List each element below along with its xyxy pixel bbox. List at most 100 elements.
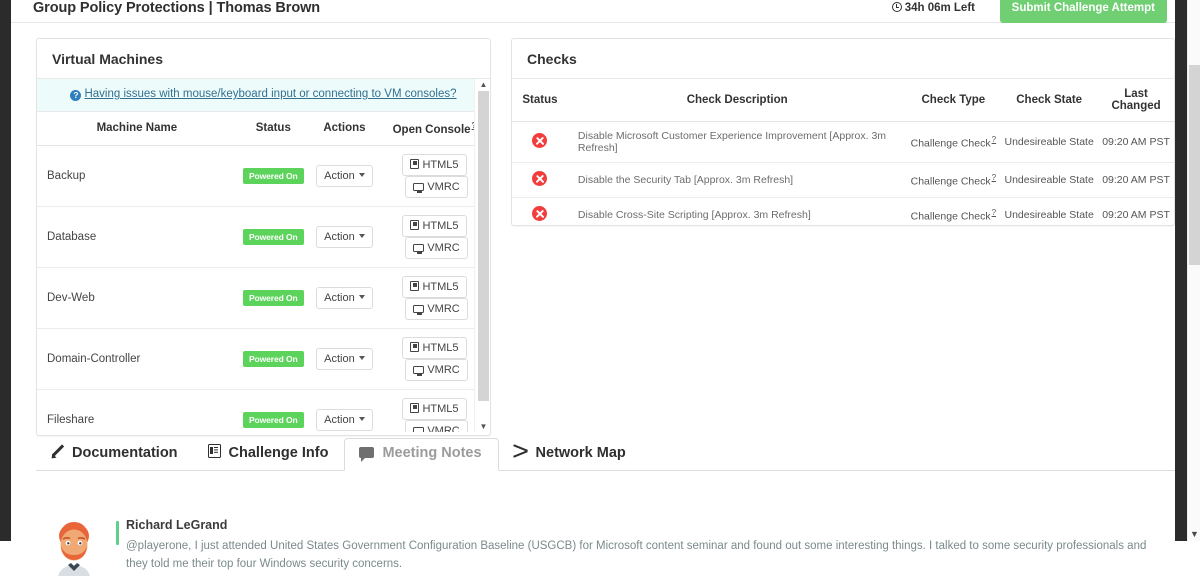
scroll-down-arrow-icon[interactable]: ▼ <box>478 421 489 432</box>
vm-actions-cell: Action <box>309 267 380 329</box>
check-type-cell: Challenge Check? <box>906 197 1001 225</box>
player-name: Thomas Brown <box>216 0 321 16</box>
check-state-cell: Undesireable State <box>1000 162 1099 198</box>
clock-icon <box>891 2 902 12</box>
action-dropdown-button[interactable]: Action <box>316 347 373 370</box>
html5-icon <box>410 219 420 230</box>
open-vmrc-console-button[interactable]: VMRC <box>405 236 468 259</box>
status-badge: Powered On <box>242 411 304 428</box>
check-description-cell: Disable Cross-Site Scripting [Approx. 3m… <box>567 197 907 225</box>
vm-name-cell: Database <box>37 206 237 268</box>
vm-status-cell: Powered On <box>236 145 310 207</box>
page-scroll-down-arrow-icon[interactable]: ▼ <box>1190 530 1199 539</box>
check-type-label: Challenge Check <box>910 137 991 150</box>
check-type-cell: Challenge Check? <box>906 121 1001 163</box>
vm-status-cell: Powered On <box>236 206 310 268</box>
user-avatar <box>58 522 90 576</box>
check-col-state: Check State <box>1000 79 1099 122</box>
monitor-icon <box>413 426 425 432</box>
check-type-help[interactable]: ? <box>992 135 996 144</box>
action-dropdown-button[interactable]: Action <box>316 286 373 309</box>
timer-label: 34h 06m Left <box>904 2 975 14</box>
tab-label: Challenge Info <box>228 445 329 461</box>
check-state-cell: Undesireable State <box>1000 197 1099 225</box>
post-accent-bar <box>116 521 119 545</box>
check-col-description: Check Description <box>567 79 907 122</box>
action-dropdown-label: Action <box>324 413 355 426</box>
check-type-help[interactable]: ? <box>992 173 996 182</box>
check-last-changed-cell: 09:20 AM PST <box>1098 121 1174 163</box>
check-status-cell <box>512 121 568 163</box>
status-badge: Powered On <box>242 350 304 367</box>
vmrc-label: VMRC <box>427 424 460 432</box>
open-html5-console-button[interactable]: HTML5 <box>402 214 467 237</box>
action-dropdown-button[interactable]: Action <box>316 164 373 187</box>
vm-col-actions: Actions <box>309 112 380 146</box>
question-circle-icon: ? <box>70 90 82 101</box>
chevron-down-icon <box>358 172 365 177</box>
check-type-help[interactable]: ? <box>992 208 996 217</box>
open-html5-console-button[interactable]: HTML5 <box>402 275 467 298</box>
tab-challenge-info[interactable]: Challenge Info <box>194 438 345 470</box>
pencil-icon <box>50 444 64 458</box>
vm-actions-cell: Action <box>309 206 380 268</box>
page-scrollbar[interactable]: ▼ <box>1187 0 1200 541</box>
open-html5-console-button[interactable]: HTML5 <box>402 336 467 359</box>
action-dropdown-button[interactable]: Action <box>316 408 373 431</box>
post-author-name: Richard LeGrand <box>126 518 228 532</box>
tab-documentation[interactable]: Documentation <box>36 438 194 470</box>
table-row: Backup Powered On Action HTML5 VMRC <box>37 145 490 207</box>
vm-list-scrollbar[interactable]: ▲ ▼ <box>474 79 490 432</box>
monitor-icon <box>413 243 425 254</box>
shuffle-icon <box>513 445 528 458</box>
vm-status-cell: Powered On <box>236 267 310 329</box>
vm-name-cell: Dev-Web <box>37 267 237 329</box>
vm-table-header-row: Machine Name Status Actions Open Console… <box>37 112 490 146</box>
bottom-section: Documentation Challenge Info Meeting Notes… <box>36 438 1175 576</box>
check-type-cell: Challenge Check? <box>906 162 1001 198</box>
challenge-title: Group Policy Protections <box>33 0 205 16</box>
table-row: Disable Microsoft Customer Experience Im… <box>512 121 1174 163</box>
scroll-up-arrow-icon[interactable]: ▲ <box>478 79 489 90</box>
page-title: Group Policy Protections | Thomas Brown <box>33 0 320 16</box>
check-state-cell: Undesireable State <box>1000 121 1099 163</box>
html5-icon <box>410 402 420 413</box>
red-x-circle-icon <box>532 171 548 186</box>
vm-col-status: Status <box>236 112 310 146</box>
vmrc-label: VMRC <box>427 363 460 376</box>
red-x-circle-icon <box>532 206 548 221</box>
check-col-last-changed: Last Changed <box>1098 79 1174 122</box>
post-message-text: @playerone, I just attended United State… <box>126 540 1147 570</box>
vm-console-help-link[interactable]: Having issues with mouse/keyboard input … <box>84 88 456 100</box>
html5-icon <box>410 341 420 352</box>
open-html5-console-button[interactable]: HTML5 <box>402 153 467 176</box>
checks-panel: Checks Status Check Description Check Ty… <box>511 38 1175 226</box>
chevron-down-icon <box>358 294 365 299</box>
tab-meeting-notes[interactable]: Meeting Notes <box>344 438 499 471</box>
comment-bubble-icon <box>359 447 375 462</box>
open-vmrc-console-button[interactable]: VMRC <box>405 419 468 432</box>
vm-scrollbar-thumb[interactable] <box>478 91 489 401</box>
page-scrollbar-thumb[interactable] <box>1189 65 1200 265</box>
app-canvas: Group Policy Protections | Thomas Brown … <box>11 0 1175 576</box>
action-dropdown-button[interactable]: Action <box>316 225 373 248</box>
html5-icon <box>410 158 420 169</box>
html5-label: HTML5 <box>422 402 459 415</box>
monitor-icon <box>413 304 425 315</box>
open-vmrc-console-button[interactable]: VMRC <box>405 175 468 198</box>
open-vmrc-console-button[interactable]: VMRC <box>405 358 468 381</box>
chevron-down-icon <box>358 355 365 360</box>
vm-panel-title: Virtual Machines <box>37 39 490 79</box>
check-description-cell: Disable the Security Tab [Approx. 3m Ref… <box>567 162 907 198</box>
countdown-timer: 34h 06m Left <box>891 2 975 14</box>
status-badge: Powered On <box>242 167 304 184</box>
vm-status-cell: Powered On <box>236 328 310 390</box>
open-html5-console-button[interactable]: HTML5 <box>402 397 467 420</box>
table-row: Disable the Security Tab [Approx. 3m Ref… <box>512 162 1174 198</box>
open-vmrc-console-button[interactable]: VMRC <box>405 297 468 320</box>
submit-challenge-attempt-button[interactable]: Submit Challenge Attempt <box>999 0 1167 23</box>
tab-network-map[interactable]: Network Map <box>499 439 642 470</box>
vm-status-cell: Powered On <box>236 389 310 432</box>
vm-table-body: Backup Powered On Action HTML5 VMRC Database P… <box>37 145 490 432</box>
title-separator: | <box>208 0 213 16</box>
